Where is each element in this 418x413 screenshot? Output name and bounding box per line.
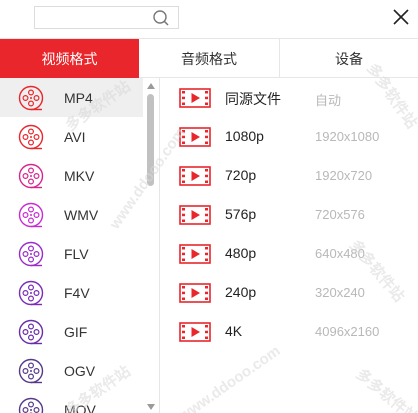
format-item-mov[interactable]: MOV: [0, 390, 143, 413]
format-item-flv[interactable]: FLV: [0, 234, 143, 273]
video-film-icon: [179, 166, 211, 186]
format-item-mkv[interactable]: MKV: [0, 156, 143, 195]
format-item-avi[interactable]: AVI: [0, 117, 143, 156]
format-label: GIF: [64, 323, 88, 340]
resolution-list: 同源文件 自动 1080p 1920x1080 720p 1920x720 576p 720x…: [160, 78, 418, 413]
resolution-item[interactable]: 1080p 1920x1080: [160, 117, 418, 156]
film-reel-icon: [18, 397, 44, 413]
video-film-icon: [179, 244, 211, 264]
tab-audio-formats[interactable]: 音频格式: [139, 39, 280, 78]
resolution-size: 自动: [315, 93, 342, 108]
video-film-icon: [179, 127, 211, 147]
resolution-size: 720x576: [315, 207, 365, 222]
film-reel-icon: [18, 163, 44, 188]
film-reel-icon: [18, 280, 44, 305]
tab-video-formats[interactable]: 视频格式: [0, 39, 139, 78]
format-label: MOV: [64, 401, 96, 413]
resolution-item[interactable]: 同源文件 自动: [160, 78, 418, 117]
resolution-name: 480p: [225, 245, 257, 261]
search-box[interactable]: [34, 6, 179, 29]
resolution-size: 1920x720: [315, 168, 373, 183]
format-item-wmv[interactable]: WMV: [0, 195, 143, 234]
film-reel-icon: [18, 319, 44, 344]
resolution-size: 1920x1080: [315, 129, 380, 144]
resolution-name: 720p: [225, 167, 257, 183]
resolution-item[interactable]: 576p 720x576: [160, 195, 418, 234]
scrollbar-thumb[interactable]: [147, 94, 154, 186]
video-film-icon: [179, 205, 211, 225]
search-input[interactable]: [35, 7, 145, 28]
scroll-down-arrow-icon[interactable]: [146, 403, 156, 411]
top-bar: [0, 0, 418, 38]
film-reel-icon: [18, 202, 44, 227]
resolution-name: 576p: [225, 206, 257, 222]
format-label: AVI: [64, 128, 86, 145]
format-item-ogv[interactable]: OGV: [0, 351, 143, 390]
film-reel-icon: [18, 124, 44, 149]
format-label: MKV: [64, 167, 95, 184]
resolution-item[interactable]: 480p 640x480: [160, 234, 418, 273]
scroll-up-arrow-icon[interactable]: [146, 82, 156, 90]
resolution-name: 240p: [225, 284, 257, 300]
resolution-size: 640x480: [315, 246, 365, 261]
format-label: WMV: [64, 206, 99, 223]
format-item-mp4[interactable]: MP4: [0, 78, 143, 117]
resolution-name: 4K: [225, 323, 243, 339]
resolution-item[interactable]: 720p 1920x720: [160, 156, 418, 195]
resolution-item[interactable]: 240p 320x240: [160, 273, 418, 312]
resolution-name: 1080p: [225, 128, 264, 144]
close-icon[interactable]: [390, 6, 412, 28]
video-film-icon: [179, 283, 211, 303]
format-list: MP4 AVI MKV WMV FLV F4V GIF OGV MOV: [0, 78, 160, 413]
format-item-gif[interactable]: GIF: [0, 312, 143, 351]
format-label: F4V: [64, 284, 90, 301]
format-item-f4v[interactable]: F4V: [0, 273, 143, 312]
format-label: OGV: [64, 362, 96, 379]
resolution-size: 320x240: [315, 285, 365, 300]
film-reel-icon: [18, 358, 44, 383]
format-tabs: 视频格式 音频格式 设备: [0, 38, 418, 78]
resolution-item[interactable]: 4K 4096x2160: [160, 312, 418, 351]
resolution-name: 同源文件: [225, 91, 281, 107]
resolution-size: 4096x2160: [315, 324, 380, 339]
format-label: FLV: [64, 245, 89, 262]
format-label: MP4: [64, 89, 93, 106]
video-film-icon: [179, 322, 211, 342]
tab-devices[interactable]: 设备: [280, 39, 418, 78]
search-icon[interactable]: [151, 9, 171, 27]
film-reel-icon: [18, 85, 44, 110]
video-film-icon: [179, 88, 211, 108]
film-reel-icon: [18, 241, 44, 266]
